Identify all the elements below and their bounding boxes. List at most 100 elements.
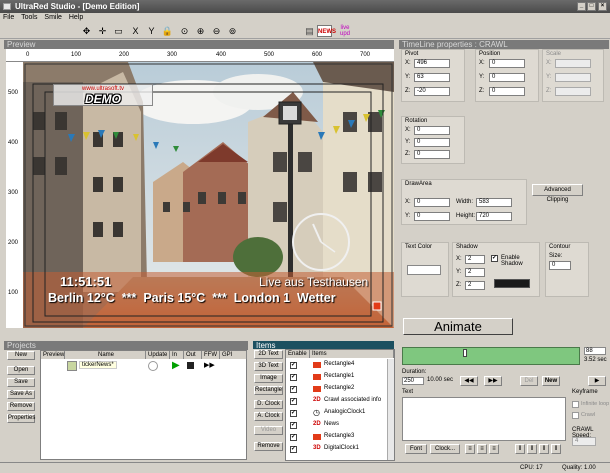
zoom-in-icon[interactable]: ⊕ xyxy=(194,25,207,37)
keyframe-prev-button[interactable]: ◀◀ xyxy=(460,376,478,386)
position-y-field[interactable]: 0 xyxy=(489,73,525,82)
advanced-clipping-button[interactable]: Advanced Clipping xyxy=(532,184,583,203)
new-project-button[interactable]: New xyxy=(7,351,35,360)
align-right-icon[interactable]: ≡ xyxy=(489,444,499,454)
pivot-z-field[interactable]: -20 xyxy=(414,87,450,96)
item-row[interactable]: ✓ 2D Crawl associated info xyxy=(286,396,386,407)
add-2d-text-button[interactable]: 2D Text xyxy=(254,350,283,359)
items-scrollbar[interactable] xyxy=(387,359,394,460)
clock-button[interactable]: Clock... xyxy=(430,444,460,454)
item-row[interactable]: ✓ Rectangle4 xyxy=(286,360,386,371)
item-row[interactable]: ✓ 3D DigitalClock1 xyxy=(286,444,386,455)
add-3d-text-button[interactable]: 3D Text xyxy=(254,362,283,371)
project-name[interactable]: tickerNews* xyxy=(79,361,117,369)
shadow-y-field[interactable]: 2 xyxy=(465,268,485,277)
maximize-button[interactable]: □ xyxy=(587,2,596,11)
keyframe-next-button[interactable]: ▶▶ xyxy=(484,376,502,386)
font-button[interactable]: Font xyxy=(405,444,427,454)
item-row[interactable]: ✓ ◷ AnalogicClock1 xyxy=(286,408,386,419)
text-color-swatch[interactable] xyxy=(407,265,441,275)
select-rect-icon[interactable]: ▭ xyxy=(112,25,125,37)
add-rectangle-button[interactable]: Rectangle xyxy=(254,386,283,395)
del-keyframe-button[interactable]: Del xyxy=(520,376,538,386)
move-pivot-icon[interactable]: ✛ xyxy=(96,25,109,37)
add-image-button[interactable]: Image xyxy=(254,374,283,383)
shadow-color-swatch[interactable] xyxy=(494,279,530,288)
timeline-track[interactable] xyxy=(402,347,580,365)
rotation-z-field[interactable]: 0 xyxy=(414,150,450,159)
drawarea-width-field[interactable]: 583 xyxy=(476,198,512,207)
menu-file[interactable]: File xyxy=(3,14,14,21)
move-icon[interactable]: ✥ xyxy=(80,25,93,37)
zoom-icon[interactable]: ⊙ xyxy=(178,25,191,37)
drawarea-x-field[interactable]: 0 xyxy=(414,198,450,207)
ffw-icon[interactable]: ▶▶ xyxy=(204,361,215,369)
item-row[interactable]: ✓ Rectangle2 xyxy=(286,384,386,395)
duration-field[interactable]: 250 xyxy=(402,377,424,385)
item-enable-checkbox[interactable]: ✓ xyxy=(290,410,297,417)
update-icon[interactable] xyxy=(148,361,158,371)
play-in-icon[interactable]: ▶ xyxy=(172,360,180,371)
item-enable-checkbox[interactable]: ✓ xyxy=(290,422,297,429)
item-row[interactable]: ✓ Rectangle1 xyxy=(286,372,386,383)
bars-icon[interactable]: ⫴ xyxy=(515,444,525,454)
drawarea-height-field[interactable]: 720 xyxy=(476,212,512,221)
align-center-icon[interactable]: ≡ xyxy=(477,444,487,454)
timeline-frame-field[interactable]: 88 xyxy=(584,347,606,355)
project-properties-button[interactable]: Properties xyxy=(7,414,35,423)
item-enable-checkbox[interactable]: ✓ xyxy=(290,362,297,369)
animate-button[interactable]: Animate xyxy=(403,318,513,335)
remove-item-button[interactable]: Remove xyxy=(254,442,283,451)
item-row[interactable]: ✓ 2D News xyxy=(286,420,386,431)
add-digital-clock-button[interactable]: D. Clock xyxy=(254,400,283,409)
minimize-button[interactable]: _ xyxy=(577,2,586,11)
item-enable-checkbox[interactable]: ✓ xyxy=(290,434,297,441)
lock-icon[interactable]: 🔒 xyxy=(161,25,174,37)
menu-tools[interactable]: Tools xyxy=(21,14,37,21)
infinite-loop-checkbox[interactable] xyxy=(572,401,579,408)
stop-out-icon[interactable] xyxy=(187,362,194,369)
monitor-icon[interactable]: ▤ xyxy=(303,25,316,37)
shadow-z-field[interactable]: 2 xyxy=(465,281,485,290)
crawl-speed-field[interactable]: 4 xyxy=(572,437,596,446)
save-as-button[interactable]: Save As xyxy=(7,390,35,399)
bars-icon[interactable]: ⫴ xyxy=(527,444,537,454)
crawl-checkbox[interactable] xyxy=(572,412,579,419)
menu-help[interactable]: Help xyxy=(69,14,83,21)
bars-icon[interactable]: ⫴ xyxy=(539,444,549,454)
timeline-cursor[interactable] xyxy=(463,349,467,357)
pivot-y-field[interactable]: 63 xyxy=(414,73,450,82)
item-enable-checkbox[interactable]: ✓ xyxy=(290,374,297,381)
add-analog-clock-button[interactable]: A. Clock xyxy=(254,412,283,421)
pivot-x-field[interactable]: 496 xyxy=(414,59,450,68)
item-row[interactable]: ✓ Rectangle3 xyxy=(286,432,386,443)
crawl-text-editor[interactable] xyxy=(402,397,566,441)
item-enable-checkbox[interactable]: ✓ xyxy=(290,446,297,453)
rotation-y-field[interactable]: 0 xyxy=(414,138,450,147)
rotation-x-field[interactable]: 0 xyxy=(414,126,450,135)
x-axis-icon[interactable]: X xyxy=(129,25,142,37)
item-enable-checkbox[interactable]: ✓ xyxy=(290,386,297,393)
preview-canvas[interactable]: www.ultrasoft.tv DEMO 11:51:51 Live aus … xyxy=(23,62,394,328)
item-enable-checkbox[interactable]: ✓ xyxy=(290,398,297,405)
add-video-button[interactable]: Video xyxy=(254,426,283,435)
position-z-field[interactable]: 0 xyxy=(489,87,525,96)
live-update-button[interactable]: live upd xyxy=(337,25,353,37)
bars-icon[interactable]: ⫴ xyxy=(551,444,561,454)
play-button[interactable]: ▶ xyxy=(588,376,606,386)
save-project-button[interactable]: Save xyxy=(7,378,35,387)
contour-size-field[interactable]: 0 xyxy=(549,261,571,270)
remove-project-button[interactable]: Remove xyxy=(7,402,35,411)
shadow-x-field[interactable]: 2 xyxy=(465,255,485,264)
menu-smile[interactable]: Smile xyxy=(44,14,62,21)
position-x-field[interactable]: 0 xyxy=(489,59,525,68)
zoom-out-icon[interactable]: ⊖ xyxy=(210,25,223,37)
project-row[interactable]: tickerNews* ▶ ▶▶ xyxy=(41,360,246,374)
y-axis-icon[interactable]: Y xyxy=(145,25,158,37)
zoom-fit-icon[interactable]: ⊚ xyxy=(226,25,239,37)
open-project-button[interactable]: Open xyxy=(7,366,35,375)
news-icon[interactable]: NEWS xyxy=(317,25,336,37)
enable-shadow-checkbox[interactable]: ✓ xyxy=(491,255,498,262)
new-keyframe-button[interactable]: New xyxy=(542,376,560,386)
drawarea-y-field[interactable]: 0 xyxy=(414,212,450,221)
